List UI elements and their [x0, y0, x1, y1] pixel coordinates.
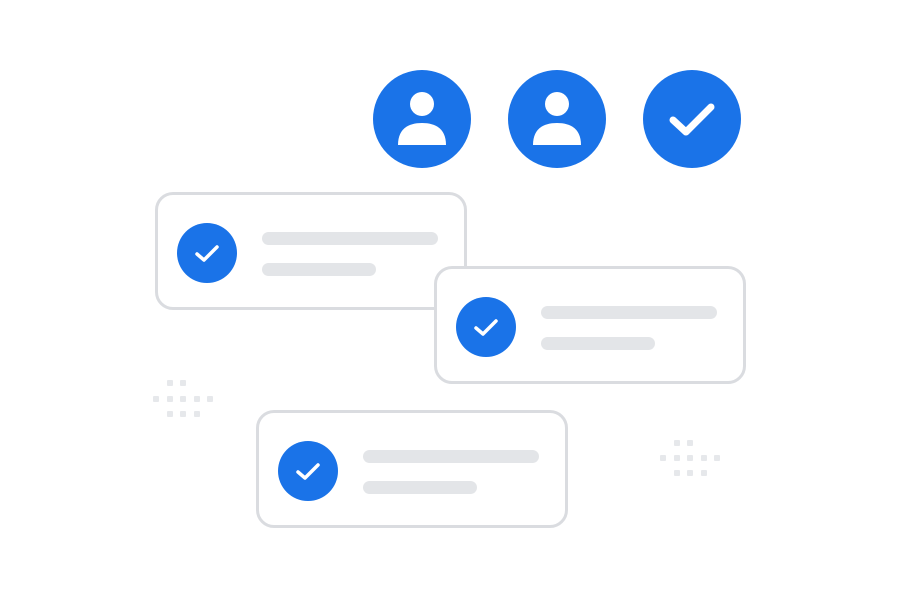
card-check-badge: [278, 441, 338, 501]
placeholder-line: [262, 263, 376, 276]
placeholder-line: [363, 450, 539, 463]
check-icon: [296, 463, 320, 480]
user-icon: [533, 92, 581, 145]
dot-grid-right: [660, 440, 722, 480]
placeholder-line: [541, 306, 717, 319]
placeholder-line: [262, 232, 438, 245]
placeholder-line: [363, 481, 477, 494]
task-card-3: [256, 410, 568, 528]
user-avatar-1: [373, 70, 471, 168]
task-card-1: [155, 192, 467, 310]
illustration: [0, 0, 900, 600]
card-check-badge: [456, 297, 516, 357]
placeholder-line: [541, 337, 655, 350]
check-icon: [195, 245, 219, 262]
user-avatar-2: [508, 70, 606, 168]
check-avatar: [643, 70, 741, 168]
check-icon: [669, 103, 715, 136]
dot-grid-left: [153, 380, 215, 420]
user-icon: [398, 92, 446, 145]
task-card-2: [434, 266, 746, 384]
card-check-badge: [177, 223, 237, 283]
check-icon: [474, 319, 498, 336]
